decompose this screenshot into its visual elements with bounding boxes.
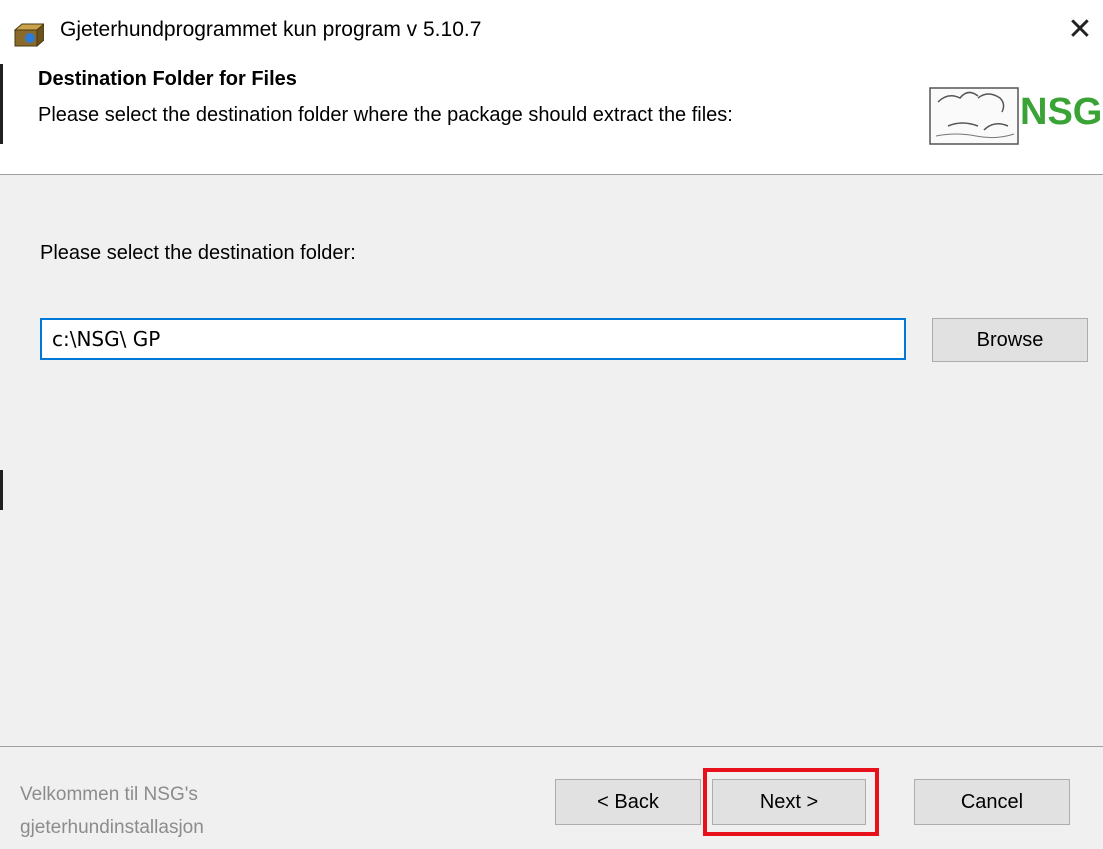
window-edge: [0, 470, 3, 510]
welcome-text: Velkommen til NSG's gjeterhundinstallasj…: [20, 778, 204, 844]
footer-divider: [0, 746, 1103, 747]
close-icon[interactable]: ✕: [1064, 14, 1096, 46]
window-title: Gjeterhundprogrammet kun program v 5.10.…: [60, 18, 482, 41]
cancel-button[interactable]: Cancel: [914, 779, 1070, 825]
back-button[interactable]: < Back: [555, 779, 701, 825]
page-title: Destination Folder for Files: [38, 68, 297, 90]
browse-button[interactable]: Browse: [932, 318, 1088, 362]
title-bar: Gjeterhundprogrammet kun program v 5.10.…: [0, 0, 1103, 64]
welcome-line-2: gjeterhundinstallasjon: [20, 817, 204, 838]
nsg-logo: NSG: [929, 87, 1102, 145]
welcome-line-1: Velkommen til NSG's: [20, 784, 198, 805]
destination-folder-label: Please select the destination folder:: [40, 242, 356, 264]
window-edge: [0, 64, 3, 144]
logo-text: NSG: [1020, 91, 1102, 133]
wizard-header: Destination Folder for Files Please sele…: [0, 64, 1103, 175]
installer-box-icon: [14, 23, 44, 48]
next-button[interactable]: Next >: [712, 779, 866, 825]
destination-path-input[interactable]: [40, 318, 906, 360]
page-subtitle: Please select the destination folder whe…: [38, 104, 733, 126]
